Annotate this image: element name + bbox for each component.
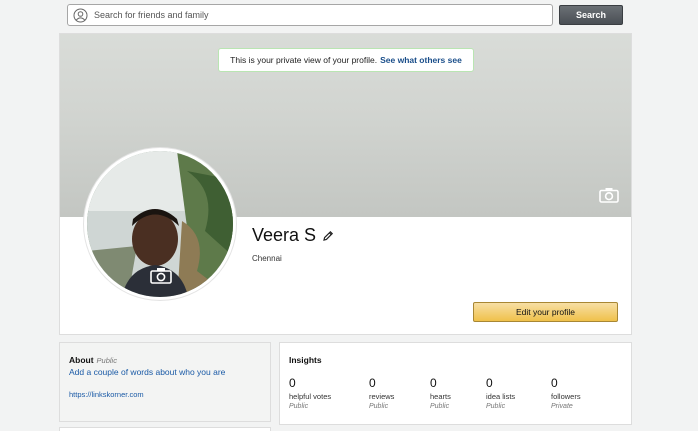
private-view-banner: This is your private view of your profil… bbox=[218, 48, 474, 72]
stat-value: 0 bbox=[430, 376, 437, 390]
search-input[interactable] bbox=[94, 10, 552, 20]
stat-label: hearts bbox=[430, 392, 451, 401]
stat-label: helpful votes bbox=[289, 392, 332, 401]
stat-value: 0 bbox=[369, 376, 376, 390]
profile-location: Chennai bbox=[252, 254, 282, 263]
stat-privacy: Public bbox=[369, 403, 389, 410]
stat-hearts[interactable]: 0 hearts Public bbox=[430, 376, 451, 410]
insights-title: Insights bbox=[289, 355, 322, 365]
profile-name-row: Veera S bbox=[252, 225, 334, 246]
stat-privacy: Public bbox=[430, 403, 450, 410]
stat-value: 0 bbox=[486, 376, 493, 390]
stat-label: followers bbox=[551, 392, 581, 401]
edit-profile-button[interactable]: Edit your profile bbox=[473, 302, 618, 322]
about-card: About Public Add a couple of words about … bbox=[59, 342, 271, 422]
stat-privacy: Public bbox=[289, 403, 309, 410]
stat-privacy: Public bbox=[486, 403, 506, 410]
stat-helpful-votes[interactable]: 0 helpful votes Public bbox=[289, 376, 331, 410]
about-add-bio-link[interactable]: Add a couple of words about who you are bbox=[69, 367, 261, 377]
stat-label: reviews bbox=[369, 392, 395, 401]
avatar[interactable] bbox=[84, 148, 236, 300]
stat-idea-lists[interactable]: 0 idea lists Public bbox=[486, 376, 515, 410]
insights-stats: 0 helpful votes Public 0 reviews Public … bbox=[289, 376, 619, 416]
stat-value: 0 bbox=[289, 376, 296, 390]
avatar-camera-icon[interactable] bbox=[150, 267, 172, 284]
pencil-icon[interactable] bbox=[322, 230, 334, 242]
stat-reviews[interactable]: 0 reviews Public bbox=[369, 376, 394, 410]
about-visibility-tag: Public bbox=[96, 356, 117, 365]
stat-privacy: Private bbox=[551, 403, 573, 410]
search-button[interactable]: Search bbox=[559, 5, 623, 25]
search-bar[interactable] bbox=[67, 4, 553, 26]
profile-name: Veera S bbox=[252, 225, 317, 245]
insights-card: Insights 0 helpful votes Public 0 review… bbox=[279, 342, 632, 425]
stat-value: 0 bbox=[551, 376, 558, 390]
about-heading: About Public bbox=[69, 355, 261, 365]
next-card bbox=[59, 427, 271, 431]
about-title: About bbox=[69, 355, 94, 365]
about-website-link[interactable]: https://linkskorner.com bbox=[69, 390, 261, 399]
stat-followers[interactable]: 0 followers Private bbox=[551, 376, 581, 410]
stat-label: idea lists bbox=[486, 392, 516, 401]
private-view-text: This is your private view of your profil… bbox=[230, 55, 378, 65]
see-what-others-see-link[interactable]: See what others see bbox=[380, 55, 462, 65]
user-circle-icon bbox=[73, 8, 88, 23]
profile-card: This is your private view of your profil… bbox=[59, 33, 632, 335]
camera-icon[interactable] bbox=[599, 187, 619, 203]
